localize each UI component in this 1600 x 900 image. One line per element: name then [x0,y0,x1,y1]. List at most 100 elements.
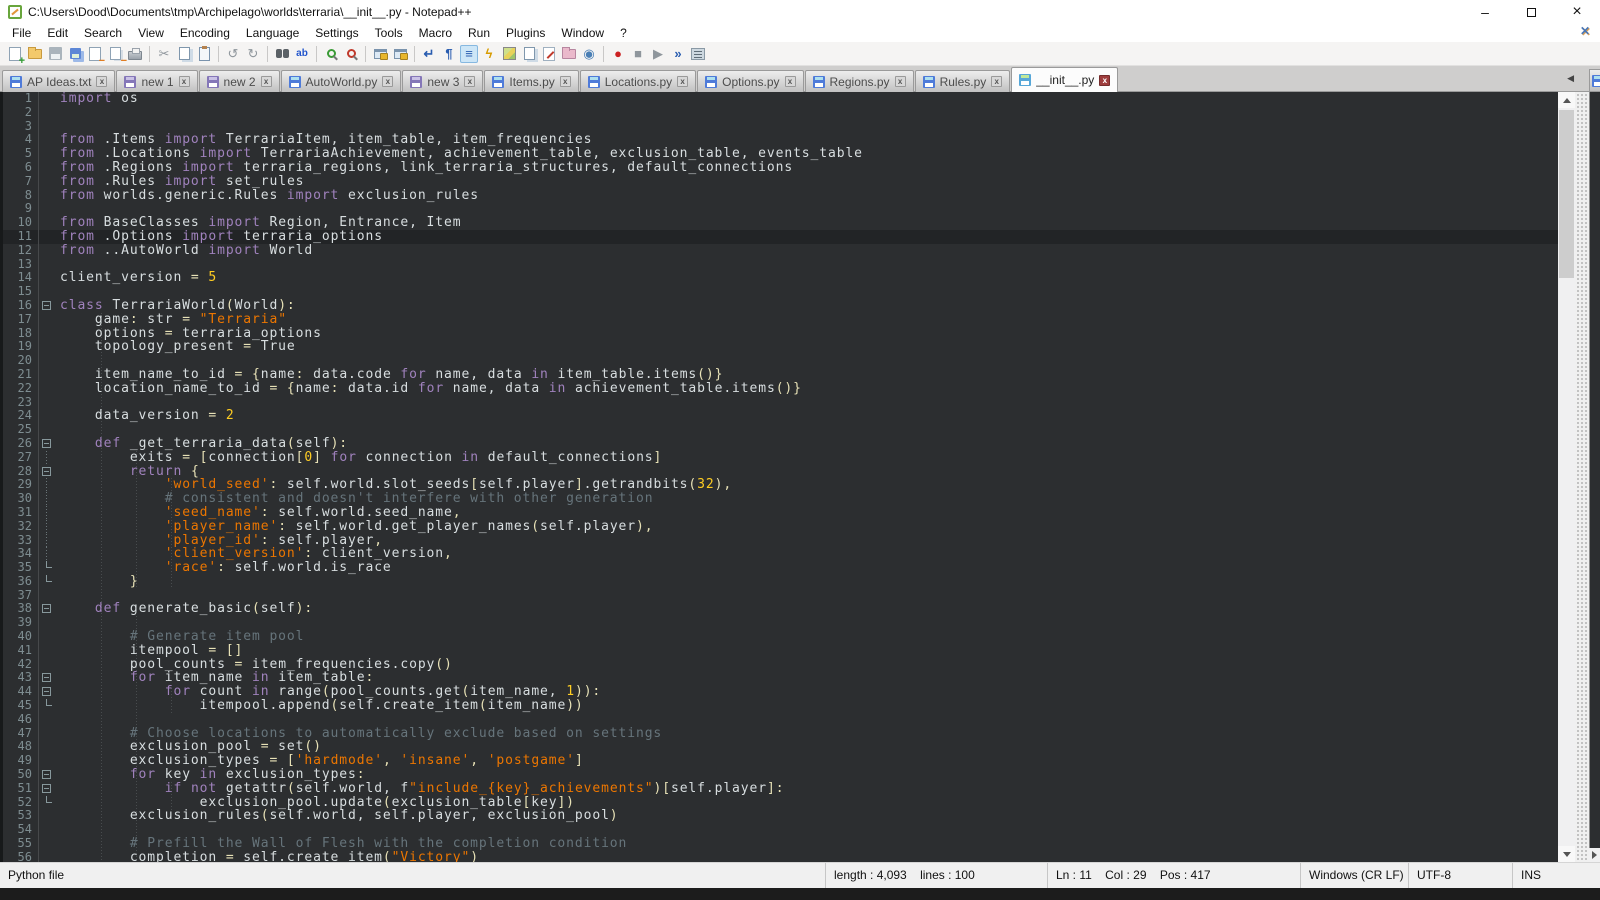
code-line-55[interactable]: 55 # Prefill the Wall of Flesh with the … [3,837,1558,851]
code-line-2[interactable]: 2 [3,106,1558,120]
menu-item-file[interactable]: File [4,24,39,42]
code-line-54[interactable]: 54 [3,823,1558,837]
second-view-scroll-corner[interactable] [1589,848,1600,862]
code-line-41[interactable]: 41 itempool = [] [3,644,1558,658]
code-line-52[interactable]: 52 exclusion_pool.update(exclusion_table… [3,796,1558,810]
menu-item-run[interactable]: Run [460,24,498,42]
minimize-button[interactable]: – [1462,0,1508,24]
code-line-50[interactable]: 50 for key in exclusion_types: [3,768,1558,782]
tab-close-icon[interactable]: x [895,76,906,87]
tab-new-1[interactable]: new 1x [116,70,197,92]
code-line-1[interactable]: 1import os [3,92,1558,106]
tab-new-3[interactable]: new 3x [402,70,483,92]
fold-marker[interactable] [39,299,55,313]
code-line-12[interactable]: 12from ..AutoWorld import World [3,244,1558,258]
code-line-3[interactable]: 3 [3,120,1558,134]
tab-close-icon[interactable]: x [179,76,190,87]
scroll-up-icon[interactable] [1558,92,1575,108]
replace-icon[interactable]: ab [293,45,311,63]
code-line-13[interactable]: 13 [3,258,1558,272]
menu-item-help[interactable]: ? [612,24,635,42]
function-list-icon[interactable]: ϟ [480,45,498,63]
code-line-32[interactable]: 32 'player_name': self.world.get_player_… [3,520,1558,534]
code-line-18[interactable]: 18 options = terraria_options [3,327,1558,341]
code-line-20[interactable]: 20 [3,354,1558,368]
word-wrap-icon[interactable]: ↵ [420,45,438,63]
close-all-icon[interactable] [106,45,124,63]
tab-regions-py[interactable]: Regions.pyx [805,70,914,92]
code-line-30[interactable]: 30 # consistent and doesn't interfere wi… [3,492,1558,506]
code-line-9[interactable]: 9 [3,202,1558,216]
code-line-14[interactable]: 14client_version = 5 [3,271,1558,285]
tab-close-icon[interactable]: x [96,76,107,87]
code-line-42[interactable]: 42 pool_counts = item_frequencies.copy() [3,658,1558,672]
zoom-in-icon[interactable] [322,45,340,63]
fold-marker[interactable] [39,465,55,479]
undo-icon[interactable]: ↺ [224,45,242,63]
menu-item-search[interactable]: Search [76,24,130,42]
print-icon[interactable] [126,45,144,63]
code-line-19[interactable]: 19 topology_present = True [3,340,1558,354]
code-line-6[interactable]: 6from .Regions import terraria_regions, … [3,161,1558,175]
define-language-icon[interactable] [540,45,558,63]
tab-autoworld-py[interactable]: AutoWorld.pyx [281,70,402,92]
tab-new-2[interactable]: new 2x [199,70,280,92]
indent-guide-icon[interactable]: ≡ [460,45,478,63]
code-line-15[interactable]: 15 [3,285,1558,299]
tab-close-icon[interactable]: x [677,76,688,87]
macro-stop-icon[interactable]: ■ [629,45,647,63]
code-line-11[interactable]: 11from .Options import terraria_options [3,230,1558,244]
code-line-40[interactable]: 40 # Generate item pool [3,630,1558,644]
tab-close-icon[interactable]: x [785,76,796,87]
tab-items-py[interactable]: Items.pyx [484,70,578,92]
fold-marker[interactable] [39,437,55,451]
code-line-45[interactable]: 45 itempool.append(self.create_item(item… [3,699,1558,713]
fold-marker[interactable] [39,671,55,685]
code-line-7[interactable]: 7from .Rules import set_rules [3,175,1558,189]
menu-item-window[interactable]: Window [553,24,612,42]
code-line-17[interactable]: 17 game: str = "Terraria" [3,313,1558,327]
code-line-27[interactable]: 27 exits = [connection[0] for connection… [3,451,1558,465]
code-line-48[interactable]: 48 exclusion_pool = set() [3,740,1558,754]
scroll-down-icon[interactable] [1558,846,1575,862]
code-line-24[interactable]: 24 data_version = 2 [3,409,1558,423]
menu-item-tools[interactable]: Tools [367,24,411,42]
save-icon[interactable] [46,45,64,63]
show-all-characters-icon[interactable]: ¶ [440,45,458,63]
tab-close-icon[interactable]: x [560,76,571,87]
doc-switcher-icon[interactable] [520,45,538,63]
close-document-icon[interactable]: ✕ [1580,24,1590,38]
tab-rules-py[interactable]: Rules.pyx [915,70,1011,92]
code-line-47[interactable]: 47 # Choose locations to automatically e… [3,727,1558,741]
macro-play-icon[interactable]: ▶ [649,45,667,63]
close-button[interactable]: × [1554,0,1600,24]
tab-init-py[interactable]: __init__.pyx [1011,67,1118,92]
code-line-43[interactable]: 43 for item_name in item_table: [3,671,1558,685]
second-view-tab-sliver[interactable] [1589,69,1600,92]
redo-icon[interactable]: ↻ [244,45,262,63]
fold-marker[interactable] [39,602,55,616]
copy-icon[interactable] [175,45,193,63]
zoom-out-icon[interactable] [342,45,360,63]
tab-scroll-left-icon[interactable]: ◀ [1567,73,1574,84]
restore-button[interactable] [1508,0,1554,24]
menu-item-settings[interactable]: Settings [307,24,366,42]
tab-close-icon[interactable]: x [464,76,475,87]
code-line-16[interactable]: 16class TerrariaWorld(World): [3,299,1558,313]
folder-as-workspace-icon[interactable] [560,45,578,63]
macro-run-multiple-icon[interactable]: » [669,45,687,63]
code-line-37[interactable]: 37 [3,589,1558,603]
sync-vertical-icon[interactable] [371,45,389,63]
code-line-49[interactable]: 49 exclusion_types = ['hardmode', 'insan… [3,754,1558,768]
tab-ap-ideas-txt[interactable]: AP Ideas.txtx [2,70,115,92]
code-line-8[interactable]: 8from worlds.generic.Rules import exclus… [3,189,1558,203]
code-line-22[interactable]: 22 location_name_to_id = {name: data.id … [3,382,1558,396]
menu-item-language[interactable]: Language [238,24,307,42]
cut-icon[interactable]: ✂ [155,45,173,63]
tab-close-icon[interactable]: x [991,76,1002,87]
editor[interactable]: 1import os234from .Items import Terraria… [0,92,1558,862]
code-line-46[interactable]: 46 [3,713,1558,727]
file-monitoring-icon[interactable]: ◉ [580,45,598,63]
new-file-icon[interactable] [6,45,24,63]
code-line-35[interactable]: 35 'race': self.world.is_race [3,561,1558,575]
